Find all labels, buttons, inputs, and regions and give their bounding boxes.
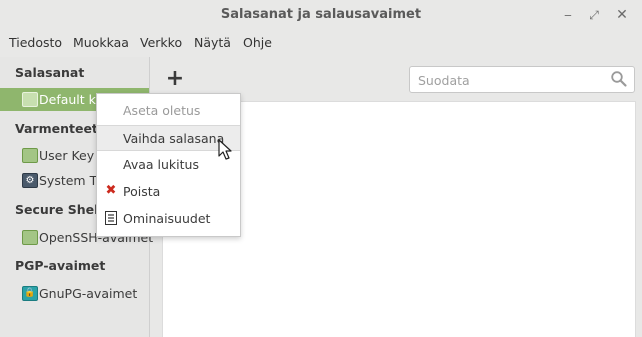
section-title-secure-shell: Secure Shell: [15, 202, 103, 217]
folder-icon: [22, 148, 38, 163]
close-icon[interactable]: ✕: [612, 5, 632, 25]
menu-item-delete[interactable]: ✖ Poista: [97, 179, 240, 205]
gear-icon: ⚙: [22, 173, 38, 188]
menu-item-label: Vaihda salasana: [123, 131, 225, 146]
mouse-cursor-icon: [218, 139, 232, 160]
add-button[interactable]: +: [164, 68, 186, 90]
menu-item-label: Avaa lukitus: [123, 157, 199, 172]
minimize-icon[interactable]: ‒: [558, 5, 578, 25]
window-title: Salasanat ja salausavaimet: [220, 7, 422, 22]
section-title-varmenteet: Varmenteet: [15, 121, 98, 136]
sidebar-item-label: GnuPG-avaimet: [39, 286, 138, 301]
lock-icon: 🔒: [22, 286, 38, 301]
context-menu: Aseta oletus Vaihda salasana Avaa lukitu…: [96, 93, 241, 237]
menu-tiedosto[interactable]: Tiedosto: [9, 35, 62, 50]
menu-item-properties[interactable]: Ominaisuudet: [97, 206, 240, 232]
folder-icon: [22, 230, 38, 245]
search-icon[interactable]: [610, 70, 628, 88]
title-bar: Salasanat ja salausavaimet ‒ ⤢ ✕: [0, 0, 642, 30]
menu-item-set-default[interactable]: Aseta oletus: [97, 98, 240, 124]
section-title-salasanat: Salasanat: [15, 65, 85, 80]
menu-muokkaa[interactable]: Muokkaa: [73, 35, 129, 50]
menu-bar: Tiedosto Muokkaa Verkko Näytä Ohje: [0, 31, 642, 55]
maximize-icon[interactable]: ⤢: [584, 5, 604, 25]
properties-icon: [105, 211, 117, 225]
menu-ohje[interactable]: Ohje: [243, 35, 272, 50]
menu-item-label: Poista: [123, 184, 161, 199]
menu-item-label: Aseta oletus: [123, 103, 201, 118]
section-title-pgp: PGP-avaimet: [15, 258, 106, 273]
search-box[interactable]: [409, 66, 635, 93]
folder-icon: [22, 92, 38, 107]
menu-nayta[interactable]: Näytä: [194, 35, 231, 50]
delete-icon: ✖: [105, 183, 117, 198]
sidebar-item-gnupg[interactable]: 🔒 GnuPG-avaimet: [0, 282, 149, 305]
menu-verkko[interactable]: Verkko: [140, 35, 182, 50]
search-input[interactable]: [416, 71, 600, 90]
menu-item-label: Ominaisuudet: [123, 211, 211, 226]
